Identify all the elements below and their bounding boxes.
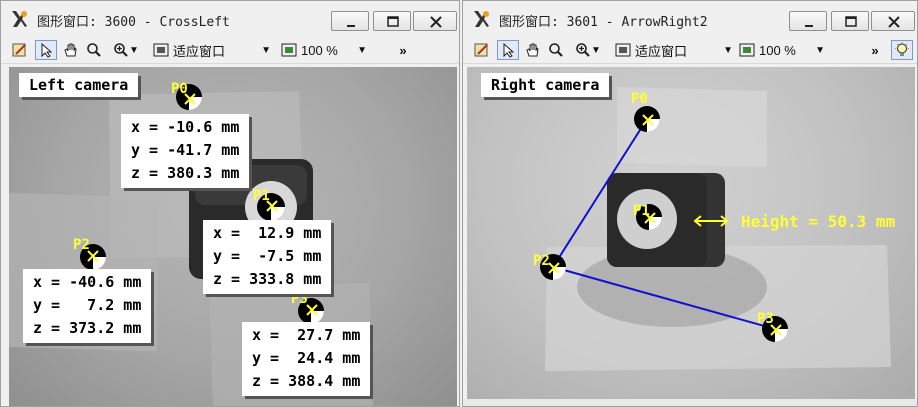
- zoom-dropdown[interactable]: 100 % ▼: [281, 40, 371, 60]
- coord-box-p0: x = -10.6 mm y = -41.7 mm z = 380.3 mm: [121, 114, 250, 188]
- hand-icon: [526, 43, 539, 57]
- edit-tool-button[interactable]: [471, 40, 493, 60]
- window-title: 图形窗口: 3601 - ArrowRight2: [499, 15, 708, 30]
- zoom-tool-button[interactable]: [545, 40, 567, 60]
- coord-y: y = -7.5 mm: [213, 247, 322, 265]
- maximize-button[interactable]: [373, 11, 411, 31]
- close-icon: [888, 16, 900, 28]
- fit-window-dropdown[interactable]: 适应窗口 ▼: [153, 40, 275, 60]
- chevron-down-icon: ▼: [723, 44, 733, 56]
- scene-graphics: [540, 87, 891, 371]
- magnifier-plus-icon: [114, 43, 128, 57]
- fit-window-label: 适应窗口: [635, 43, 688, 59]
- camera-label: Right camera: [481, 73, 610, 97]
- zoom-percent-icon: [281, 43, 297, 57]
- chevron-down-icon: ▼: [815, 44, 825, 56]
- coord-z: z = 333.8 mm: [213, 270, 322, 288]
- pointer-tool-button[interactable]: [497, 40, 519, 60]
- minimize-button[interactable]: [331, 11, 369, 31]
- pointer-icon: [41, 42, 53, 58]
- maximize-icon: [387, 16, 399, 27]
- coord-x: x = -10.6 mm: [131, 118, 240, 136]
- pencil-icon: [474, 43, 488, 57]
- close-icon: [430, 16, 442, 28]
- chevron-down-icon: ▼: [357, 44, 367, 56]
- minimize-button[interactable]: [789, 11, 827, 31]
- chevron-down-icon: ▼: [261, 44, 271, 56]
- lightbulb-icon: [895, 42, 909, 56]
- zoom-dropdown[interactable]: 100 % ▼: [739, 40, 829, 60]
- point-label-p2: P2: [73, 237, 90, 253]
- minimize-icon: [805, 25, 813, 27]
- point-label-p2: P2: [533, 253, 550, 269]
- coord-x: x = 27.7 mm: [252, 326, 361, 344]
- coord-x: x = -40.6 mm: [33, 273, 142, 291]
- image-canvas[interactable]: Left camera P0 P1 P2 P3 x = -10.6 mm y = …: [9, 67, 457, 406]
- image-canvas[interactable]: Right camera P0 P1 P2 P3 Height = 50.3 m…: [467, 67, 915, 399]
- pointer-tool-button[interactable]: [35, 40, 57, 60]
- left-graphics-window: 图形窗口: 3600 - CrossLeft ▼ 适应窗口 ▼ 100 % ▼ …: [0, 0, 460, 407]
- fit-window-icon: [615, 43, 631, 57]
- fit-window-label: 适应窗口: [173, 43, 226, 59]
- toolbar-overflow-button[interactable]: »: [395, 40, 411, 60]
- pan-tool-button[interactable]: [59, 40, 81, 60]
- pan-tool-button[interactable]: [521, 40, 543, 60]
- point-label-p1: P1: [633, 203, 650, 219]
- coord-z: z = 388.4 mm: [252, 372, 361, 390]
- hand-icon: [64, 43, 77, 57]
- coord-z: z = 373.2 mm: [33, 319, 142, 337]
- maximize-icon: [845, 16, 857, 27]
- chevron-down-icon: ▼: [591, 44, 601, 56]
- magnifier-icon: [549, 43, 563, 57]
- coord-y: y = -41.7 mm: [131, 141, 240, 159]
- zoom-level: 100 %: [759, 42, 796, 58]
- lightbulb-button[interactable]: [891, 40, 913, 60]
- magnifier-plus-icon: [576, 43, 590, 57]
- zoom-percent-icon: [739, 43, 755, 57]
- coord-y: y = 7.2 mm: [33, 296, 142, 314]
- magnifier-icon: [87, 43, 101, 57]
- close-button[interactable]: [413, 11, 457, 31]
- coord-box-p1: x = 12.9 mm y = -7.5 mm z = 333.8 mm: [203, 220, 332, 294]
- title-bar[interactable]: 图形窗口: 3600 - CrossLeft: [1, 1, 459, 35]
- camera-label: Left camera: [19, 73, 139, 97]
- height-measurement-label: Height = 50.3 mm: [741, 212, 896, 231]
- toolbar-overflow-button[interactable]: »: [867, 40, 883, 60]
- toolbar: ▼ 适应窗口 ▼ 100 % ▼ »: [1, 37, 459, 64]
- zoom-tool-button[interactable]: [83, 40, 105, 60]
- pointer-icon: [503, 42, 515, 58]
- toolbar: ▼ 适应窗口 ▼ 100 % ▼ »: [463, 37, 917, 64]
- point-label-p1: P1: [253, 188, 270, 204]
- fit-window-dropdown[interactable]: 适应窗口 ▼: [615, 40, 737, 60]
- point-label-p3: P3: [757, 311, 774, 327]
- close-button[interactable]: [871, 11, 915, 31]
- edit-tool-button[interactable]: [9, 40, 31, 60]
- double-chevron-icon: »: [399, 42, 407, 58]
- fit-window-icon: [153, 43, 169, 57]
- zoom-options-button[interactable]: ▼: [569, 40, 607, 60]
- double-chevron-icon: »: [871, 42, 879, 58]
- status-strip: [463, 399, 917, 406]
- point-label-p0: P0: [171, 81, 188, 97]
- point-label-p0: P0: [631, 91, 648, 107]
- maximize-button[interactable]: [831, 11, 869, 31]
- coord-y: y = 24.4 mm: [252, 349, 361, 367]
- pencil-icon: [12, 43, 26, 57]
- minimize-icon: [347, 25, 355, 27]
- zoom-level: 100 %: [301, 42, 338, 58]
- coord-z: z = 380.3 mm: [131, 164, 240, 182]
- chevron-down-icon: ▼: [129, 44, 139, 56]
- zoom-options-button[interactable]: ▼: [107, 40, 145, 60]
- window-title: 图形窗口: 3600 - CrossLeft: [37, 15, 230, 30]
- coord-box-p3: x = 27.7 mm y = 24.4 mm z = 388.4 mm: [242, 322, 371, 396]
- coord-box-p2: x = -40.6 mm y = 7.2 mm z = 373.2 mm: [23, 269, 152, 343]
- halcon-app-icon: [12, 11, 27, 27]
- halcon-app-icon: [474, 11, 489, 27]
- right-graphics-window: 图形窗口: 3601 - ArrowRight2 ▼ 适应窗口 ▼ 100 % …: [462, 0, 918, 407]
- title-bar[interactable]: 图形窗口: 3601 - ArrowRight2: [463, 1, 917, 35]
- coord-x: x = 12.9 mm: [213, 224, 322, 242]
